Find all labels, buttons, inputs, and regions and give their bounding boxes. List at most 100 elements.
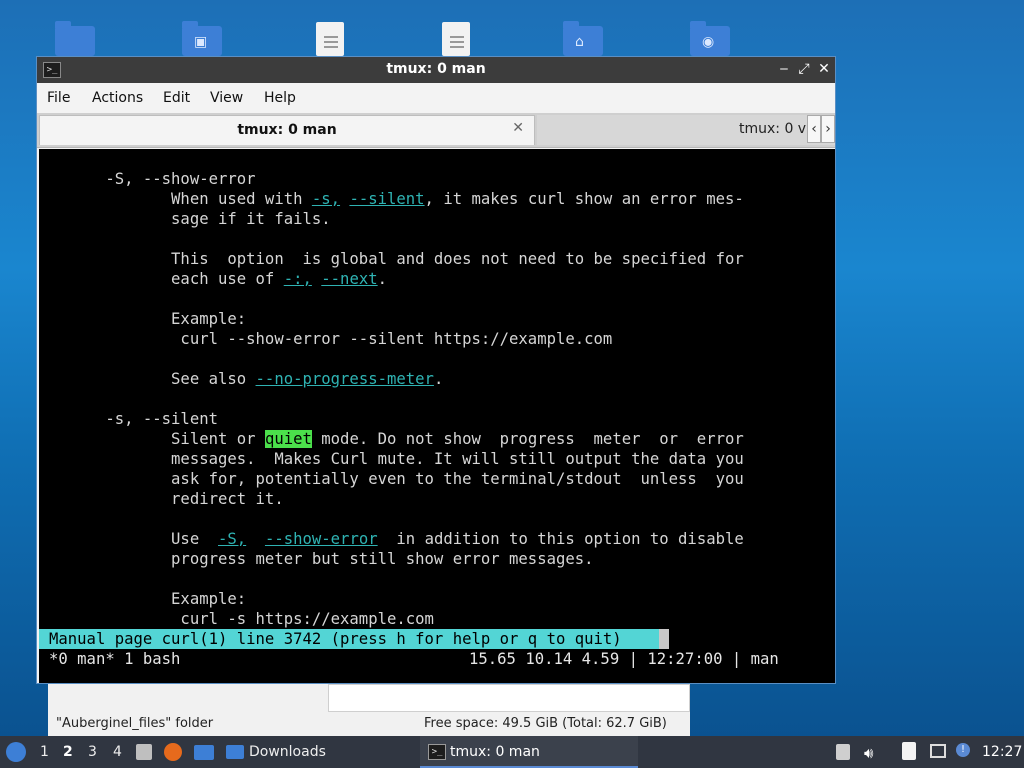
text-file-icon[interactable] <box>436 22 476 56</box>
workspace-3[interactable]: 3 <box>88 744 97 760</box>
menu-file[interactable]: File <box>47 90 70 106</box>
workspace-2[interactable]: 2 <box>63 744 73 760</box>
file-manager-status-folder: "Auberginel_files" folder <box>56 716 214 731</box>
man-status-line: Manual page curl(1) line 3742 (press h f… <box>39 629 669 649</box>
file-manager-status-space: Free space: 49.5 GiB (Total: 62.7 GiB) <box>424 716 667 731</box>
notification-icon[interactable]: ! <box>956 743 970 757</box>
terminal-line: Example: <box>49 589 246 609</box>
task-downloads[interactable]: Downloads <box>249 744 326 760</box>
terminal-line: ask for, potentially even to the termina… <box>49 469 744 489</box>
tab-tmux-vi[interactable]: tmux: 0 vi <box>537 115 835 145</box>
line-text: Example: <box>49 590 247 608</box>
terminal-cursor <box>659 629 669 649</box>
menu-actions[interactable]: Actions <box>92 90 143 106</box>
line-text: curl -s https://example.com <box>49 610 434 628</box>
text-file-icon[interactable] <box>310 22 350 56</box>
menu-help[interactable]: Help <box>264 90 296 106</box>
terminal-line: -s, --silent <box>49 409 218 429</box>
volume-icon[interactable]: 🔊︎ <box>864 744 873 762</box>
terminal-line: redirect it. <box>49 489 284 509</box>
line-text: , it makes curl show an error mes- <box>424 190 744 208</box>
terminal-icon: >_ <box>428 744 446 760</box>
desktop-folder-icon[interactable] <box>55 21 95 56</box>
menu-view[interactable]: View <box>210 90 243 106</box>
terminal-line: Silent or quiet mode. Do not show progre… <box>49 429 744 449</box>
terminal-line: each use of -:, --next. <box>49 269 387 289</box>
line-text <box>312 270 321 288</box>
terminal-line: When used with -s, --silent, it makes cu… <box>49 189 744 209</box>
line-text: curl --show-error --silent https://examp… <box>49 330 613 348</box>
tab-tmux-man[interactable]: tmux: 0 man ✕ <box>39 115 535 145</box>
search-highlight: quiet <box>264 430 312 448</box>
minimize-icon[interactable]: ‒ <box>775 60 793 78</box>
start-menu-icon[interactable] <box>6 742 26 762</box>
terminal-line: curl -s https://example.com <box>49 609 434 629</box>
clipboard-icon[interactable] <box>836 744 850 760</box>
line-text: Example: <box>49 310 247 328</box>
terminal-window: >_ tmux: 0 man ‒ ⤢ ✕ File Actions Edit V… <box>36 56 836 684</box>
line-text: each use of <box>49 270 284 288</box>
man-link[interactable]: -s, <box>312 190 340 208</box>
line-text: . <box>377 270 388 288</box>
menu-edit[interactable]: Edit <box>163 90 190 106</box>
terminal-line: sage if it fails. <box>49 209 331 229</box>
window-icon[interactable] <box>194 745 214 760</box>
task-tmux-label: tmux: 0 man <box>450 744 540 760</box>
line-text: messages. Makes Curl mute. It will still… <box>49 450 744 468</box>
line-text <box>246 530 265 548</box>
line-text: sage if it fails. <box>49 210 331 228</box>
workspace-1[interactable]: 1 <box>40 744 49 760</box>
line-text: mode. Do not show progress meter or erro… <box>311 430 744 448</box>
line-text: -S, --show-error <box>49 170 256 188</box>
terminal-line: See also --no-progress-meter. <box>49 369 443 389</box>
line-text: redirect it. <box>49 490 284 508</box>
firefox-icon[interactable] <box>164 743 182 761</box>
window-title: tmux: 0 man <box>386 61 486 77</box>
clock: 12:27 <box>982 744 1023 760</box>
terminal-line: curl --show-error --silent https://examp… <box>49 329 612 349</box>
man-link[interactable]: --no-progress-meter <box>256 370 434 388</box>
tab-bar: tmux: 0 man ✕ tmux: 0 vi <box>37 113 835 148</box>
chevron-right-icon[interactable]: › <box>821 115 835 143</box>
man-link[interactable]: -S, <box>218 530 246 548</box>
tab-label: tmux: 0 man <box>237 122 337 138</box>
file-manager-launcher-icon[interactable] <box>136 744 152 760</box>
terminal-line: -S, --show-error <box>49 169 256 189</box>
tmux-window-list[interactable]: *0 man* 1 bash <box>49 649 180 669</box>
line-text: Use <box>49 530 218 548</box>
terminal-line: Use -S, --show-error in addition to this… <box>49 529 744 549</box>
line-text: in addition to this option to disable <box>377 530 744 548</box>
network-icon[interactable] <box>930 744 946 758</box>
terminal-line: progress meter but still show error mess… <box>49 549 594 569</box>
notes-icon[interactable] <box>902 742 916 760</box>
line-text: ask for, potentially even to the termina… <box>49 470 744 488</box>
workspace-4[interactable]: 4 <box>113 744 122 760</box>
man-link[interactable]: --silent <box>349 190 424 208</box>
terminal-line: messages. Makes Curl mute. It will still… <box>49 449 744 469</box>
man-link[interactable]: --show-error <box>265 530 378 548</box>
line-text: . <box>433 370 444 388</box>
line-text: When used with <box>49 190 312 208</box>
line-text: Silent or <box>49 430 265 448</box>
chevron-left-icon[interactable]: ‹ <box>807 115 821 143</box>
tab-label: tmux: 0 vi <box>739 121 810 137</box>
task-tmux[interactable]: >_ tmux: 0 man <box>420 736 638 768</box>
home-folder-icon[interactable]: ⌂ <box>563 21 603 56</box>
menu-bar: File Actions Edit View Help <box>37 83 835 113</box>
terminal-line: Example: <box>49 309 246 329</box>
tab-close-icon[interactable]: ✕ <box>512 120 524 136</box>
line-text: progress meter but still show error mess… <box>49 550 594 568</box>
man-link[interactable]: --next <box>321 270 377 288</box>
maximize-icon[interactable]: ⤢ <box>795 60 813 78</box>
close-icon[interactable]: ✕ <box>815 60 833 78</box>
file-manager-pathbox[interactable] <box>328 684 690 712</box>
pictures-folder-icon[interactable]: ▣ <box>182 21 222 56</box>
line-text: This option is global and does not need … <box>49 250 744 268</box>
window-titlebar[interactable]: >_ tmux: 0 man ‒ ⤢ ✕ <box>37 57 835 83</box>
network-folder-icon[interactable]: ◉ <box>690 21 730 56</box>
line-text: See also <box>49 370 256 388</box>
terminal-output[interactable]: curl -s https://example.com Example: pro… <box>39 149 835 683</box>
tmux-status-right: 15.65 10.14 4.59 | 12:27:00 | man <box>469 650 779 668</box>
line-text: -s, --silent <box>49 410 218 428</box>
man-link[interactable]: -:, <box>284 270 312 288</box>
